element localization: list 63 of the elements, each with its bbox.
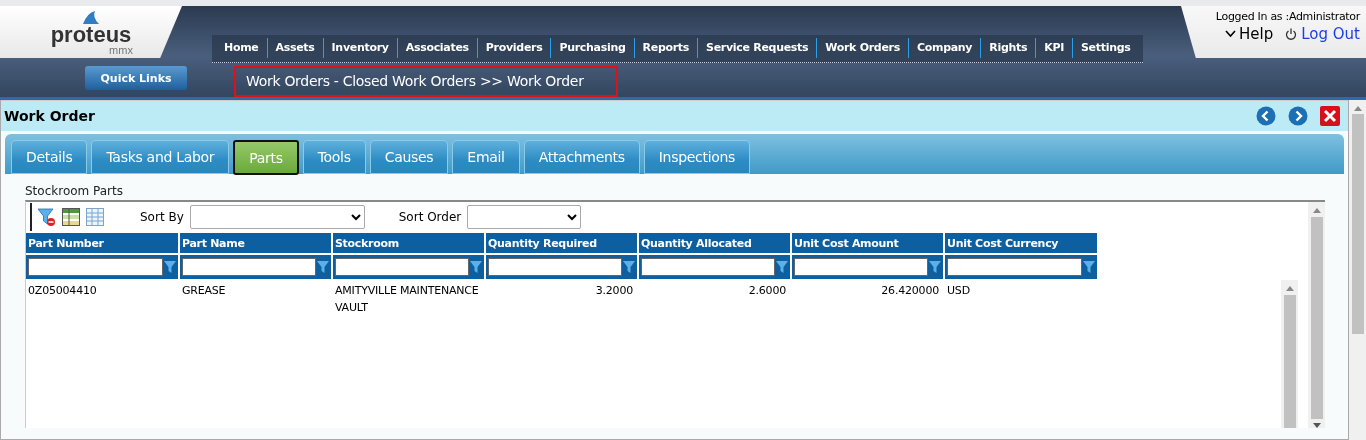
- quick-links-button[interactable]: Quick Links: [85, 66, 187, 90]
- breadcrumb: Work Orders - Closed Work Orders >> Work Order: [234, 65, 618, 97]
- filter-field[interactable]: [26, 255, 178, 279]
- nav-link[interactable]: Providers: [476, 38, 551, 59]
- power-icon: [1285, 28, 1298, 40]
- filter-field[interactable]: [639, 255, 790, 279]
- table-cell-text: GREASE: [181, 283, 227, 299]
- scroll-up-icon[interactable]: [1353, 106, 1362, 111]
- nav-link[interactable]: Home: [216, 38, 267, 59]
- sort-by-label: Sort By: [140, 209, 184, 224]
- column-header: Stockroom: [333, 233, 484, 253]
- grid-icon[interactable]: [62, 207, 80, 226]
- table-cell-text: USD: [946, 283, 971, 299]
- logged-in-user: Logged In as :Administrator: [1215, 10, 1360, 23]
- table-cell-text: AMITYVILLE MAINTENANCE VAULT: [334, 283, 480, 316]
- sort-order-label: Sort Order: [398, 209, 462, 224]
- logo-subtext: mmx: [109, 45, 133, 55]
- column-header: Part Name: [180, 233, 331, 253]
- clear-filter-icon[interactable]: [38, 206, 56, 227]
- nav-link[interactable]: Reports: [633, 38, 698, 59]
- scrollbar[interactable]: [1308, 202, 1325, 428]
- chevron-down-icon: [1225, 30, 1237, 38]
- nav-link[interactable]: Service Requests: [697, 38, 817, 59]
- logo-text: proteus: [50, 25, 132, 45]
- forward-icon[interactable]: [1288, 106, 1308, 126]
- close-icon[interactable]: [1320, 106, 1340, 126]
- nav-link[interactable]: Settings: [1071, 38, 1139, 59]
- scroll-up-icon[interactable]: [1312, 208, 1321, 213]
- scrollbar[interactable]: [1281, 280, 1298, 428]
- nav-link[interactable]: Assets: [266, 38, 323, 59]
- sort-by-dropdown[interactable]: [189, 204, 365, 229]
- nav-link[interactable]: Inventory: [322, 38, 397, 59]
- table-icon[interactable]: [86, 207, 104, 226]
- logo-icon: [81, 11, 101, 25]
- nav-link[interactable]: Associates: [396, 38, 477, 59]
- table-cell-text: 0Z05004410: [27, 283, 98, 299]
- filter-field[interactable]: [945, 255, 1097, 279]
- table-cell-text: 3.2000: [594, 283, 634, 299]
- section-title: Stockroom Parts: [25, 184, 124, 198]
- nav-link[interactable]: Work Orders: [816, 38, 908, 59]
- panel-title: Work Order: [4, 108, 96, 124]
- nav-link[interactable]: Purchasing: [550, 38, 634, 59]
- nav-link[interactable]: Company: [907, 38, 981, 59]
- scroll-down-icon[interactable]: [1312, 423, 1321, 428]
- nav-link[interactable]: Rights: [980, 38, 1036, 59]
- column-header: Part Number: [26, 233, 178, 253]
- page-scrollbar[interactable]: [1349, 100, 1366, 440]
- filter-field[interactable]: [792, 255, 943, 279]
- nav-link[interactable]: KPI: [1035, 38, 1072, 59]
- column-header: Unit Cost Currency: [945, 233, 1097, 253]
- column-header: Quantity Required: [486, 233, 637, 253]
- sort-order-dropdown[interactable]: [467, 204, 582, 229]
- column-header: Unit Cost Amount: [792, 233, 943, 253]
- back-icon[interactable]: [1256, 106, 1276, 126]
- column-header: Quantity Allocated: [639, 233, 790, 253]
- log-out-link[interactable]: Log Out: [1285, 25, 1360, 43]
- filter-field[interactable]: [180, 255, 331, 279]
- help-menu[interactable]: Help: [1225, 25, 1274, 43]
- table-cell-text: 2.6000: [747, 283, 787, 299]
- filter-field[interactable]: [333, 255, 484, 279]
- filter-field[interactable]: [486, 255, 637, 279]
- table-cell-text: 26.420000: [880, 283, 940, 299]
- scroll-up-icon[interactable]: [1285, 286, 1294, 291]
